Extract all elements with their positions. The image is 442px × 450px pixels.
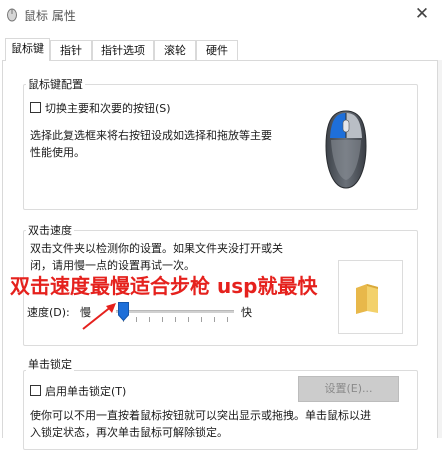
tab-pointer-options[interactable]: 指针选项 — [92, 40, 154, 60]
annotation-arrow-icon — [82, 303, 116, 330]
tab-strip: 鼠标键 指针 指针选项 滚轮 硬件 — [0, 38, 442, 61]
click-lock-description-1: 使你可以不用一直按着鼠标按钮就可以突出显示或拖拽。单击鼠标以进 — [30, 409, 371, 422]
double-click-description-1: 双击文件夹以检测你的设置。如果文件夹没打开或关 — [30, 242, 283, 255]
double-click-test-area[interactable] — [338, 260, 403, 334]
slider-tick — [188, 317, 189, 322]
click-lock-title: 单击锁定 — [26, 356, 74, 372]
tab-pointers[interactable]: 指针 — [50, 40, 92, 60]
slider-tick — [149, 317, 150, 322]
title-bar[interactable]: 鼠标 属性 ✕ — [0, 0, 442, 30]
slider-tick — [175, 317, 176, 322]
scrollbar-edge — [438, 60, 442, 438]
tab-buttons[interactable]: 鼠标键 — [5, 38, 50, 61]
slider-tick — [136, 317, 137, 322]
slider-tick — [201, 317, 202, 322]
window-title: 鼠标 属性 — [24, 9, 76, 23]
speed-label: 速度(D): — [27, 306, 70, 319]
folder-icon[interactable] — [353, 281, 381, 315]
speed-slider-track[interactable] — [116, 310, 234, 313]
slider-tick — [214, 317, 215, 322]
mouse-illustration-icon — [325, 110, 367, 189]
close-icon: ✕ — [414, 4, 430, 24]
click-lock-checkbox[interactable] — [30, 385, 41, 396]
switch-buttons-checkbox[interactable] — [30, 102, 41, 113]
close-button[interactable]: ✕ — [406, 2, 438, 26]
button-config-title: 鼠标键配置 — [26, 76, 85, 92]
tab-wheel[interactable]: 滚轮 — [154, 40, 196, 60]
click-lock-settings-button[interactable]: 设置(E)... — [298, 376, 399, 402]
mouse-properties-window: 鼠标 属性 ✕ 鼠标键 指针 指针选项 滚轮 硬件 鼠标键配置 切换主要和次要的… — [0, 0, 442, 450]
mouse-app-icon — [7, 8, 17, 22]
fast-label: 快 — [241, 306, 252, 319]
annotation-overlay-text: 双击速度最慢适合步枪 usp就最快 — [10, 274, 318, 298]
click-lock-description-2: 入锁定状态，再次单击鼠标可解除锁定。 — [30, 426, 228, 439]
tab-hardware[interactable]: 硬件 — [196, 40, 238, 60]
button-config-description-1: 选择此复选框来将右按钮设成如选择和拖放等主要 — [30, 129, 272, 142]
slider-tick — [162, 317, 163, 322]
click-lock-label[interactable]: 启用单击锁定(T) — [45, 383, 126, 399]
double-click-title: 双击速度 — [26, 222, 74, 238]
switch-buttons-label[interactable]: 切换主要和次要的按钮(S) — [45, 100, 171, 116]
button-config-description-2: 性能使用。 — [30, 146, 85, 159]
slider-tick — [227, 317, 228, 322]
